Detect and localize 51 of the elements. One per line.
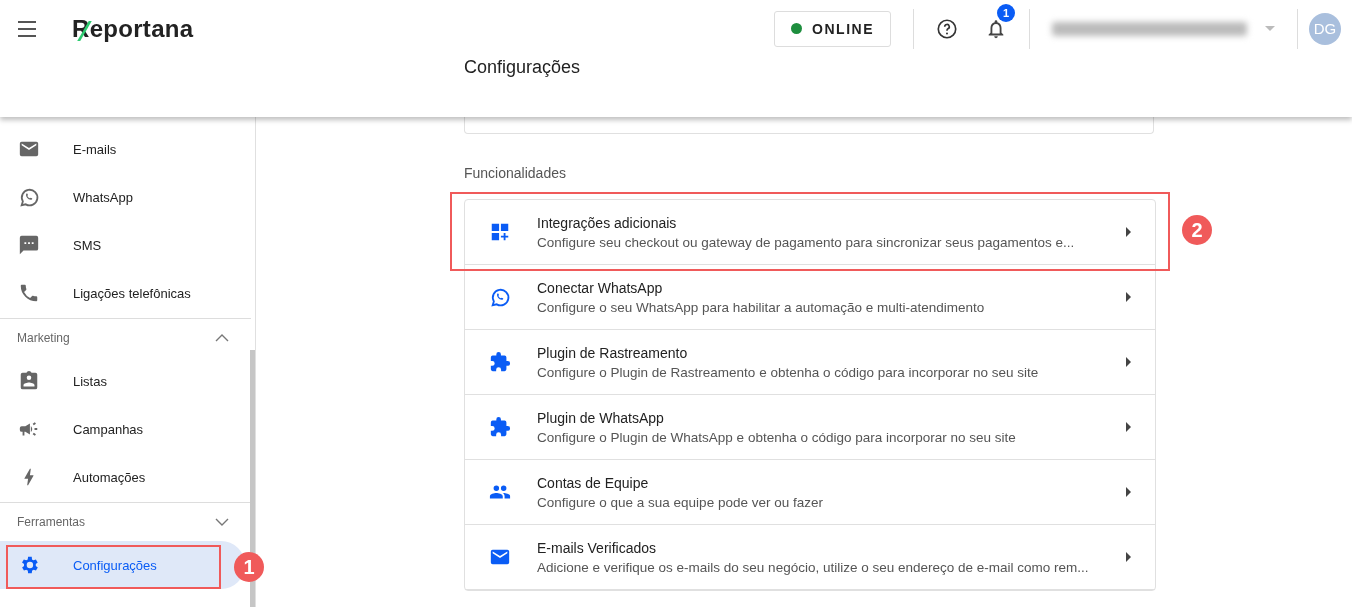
step-number-badge: 1: [234, 552, 264, 582]
caret-right-icon[interactable]: [1126, 227, 1131, 237]
feature-description: Configure o Plugin de WhatsApp e obtenha o código para incorporar no seu site: [537, 429, 1017, 445]
step-number-badge: 2: [1182, 215, 1212, 245]
feature-title: E-mails Verificados: [537, 539, 658, 556]
caret-right-icon[interactable]: [1126, 357, 1131, 367]
feature-description: Configure o Plugin de Rastreamento e obtenha o código para incorporar no seu site: [537, 364, 1040, 380]
status-dot-icon: [791, 23, 803, 34]
sidebar-item[interactable]: Automações: [0, 453, 245, 501]
whatsapp-icon: [18, 186, 40, 208]
caret-right-icon[interactable]: [1126, 552, 1131, 562]
feature-row[interactable]: Plugin de Rastreamento Configure o Plugin de Rastreamento e obtenha o código para incorporar no seu site: [465, 330, 1155, 395]
contact-card-icon: [18, 370, 40, 392]
sidebar-group-title: Ferramentas: [17, 515, 86, 529]
whatsapp-icon: [489, 286, 511, 308]
grid-plus-icon: [489, 221, 511, 243]
puzzle-icon: [489, 416, 511, 438]
sidebar-item[interactable]: Listas: [0, 357, 245, 405]
feature-title: Contas de Equipe: [537, 474, 650, 491]
caret-right-icon[interactable]: [1126, 487, 1131, 497]
feature-title: Integrações adicionais: [537, 214, 678, 231]
page-title: Configurações: [464, 57, 581, 77]
online-status-chip[interactable]: ONLINE: [774, 10, 891, 47]
sidebar-item[interactable]: SMS: [0, 221, 245, 269]
feature-title: Plugin de Rastreamento: [537, 344, 689, 361]
feature-row[interactable]: Integrações adicionais Configure seu checkout ou gateway de pagamento para sincronizar seus pagamentos e...: [465, 200, 1155, 265]
sidebar-item[interactable]: Campanhas: [0, 405, 245, 453]
feature-title: Plugin de WhatsApp: [537, 409, 665, 426]
caret-right-icon[interactable]: [1126, 292, 1131, 302]
phone-icon: [18, 282, 40, 304]
sidebar-item[interactable]: WhatsApp: [0, 173, 245, 221]
feature-title: Conectar WhatsApp: [537, 279, 664, 296]
sidebar-group-title: Marketing: [17, 331, 70, 345]
chevron-down-icon[interactable]: [215, 518, 229, 526]
feature-row[interactable]: E-mails Verificados Adicione e verifique os e-mails do seu negócio, utilize o seu endereço de e-mail como rem...: [465, 525, 1155, 590]
help-icon[interactable]: [936, 17, 958, 40]
feature-description: Configure seu checkout ou gateway de pagamento para sincronizar seus pagamentos e...: [537, 234, 1076, 250]
sidebar-item[interactable]: E-mails: [0, 125, 245, 173]
notification-badge: 1: [997, 3, 1015, 22]
chevron-up-icon[interactable]: [215, 334, 229, 342]
feature-row[interactable]: Plugin de WhatsApp Configure o Plugin de WhatsApp e obtenha o código para incorporar no seu site: [465, 395, 1155, 460]
feature-description: Configure o seu WhatsApp para habilitar a automação e multi-atendimento: [537, 299, 986, 315]
feature-description: Configure o que a sua equipe pode ver ou fazer: [537, 494, 824, 510]
feature-row[interactable]: Conectar WhatsApp Configure o seu WhatsApp para habilitar a automação e multi-atendimento: [465, 265, 1155, 330]
puzzle-icon: [489, 351, 511, 373]
caret-right-icon[interactable]: [1126, 422, 1131, 432]
feature-row[interactable]: Contas de Equipe Configure o que a sua equipe pode ver ou fazer: [465, 460, 1155, 525]
section-title: Funcionalidades: [464, 165, 567, 181]
sidebar-item[interactable]: Ligações telefônicas: [0, 269, 245, 317]
feature-description: Adicione e verifique os e-mails do seu negócio, utilize o seu endereço de e-mail como rem...: [537, 559, 1090, 575]
chat-dots-icon: [18, 234, 40, 256]
